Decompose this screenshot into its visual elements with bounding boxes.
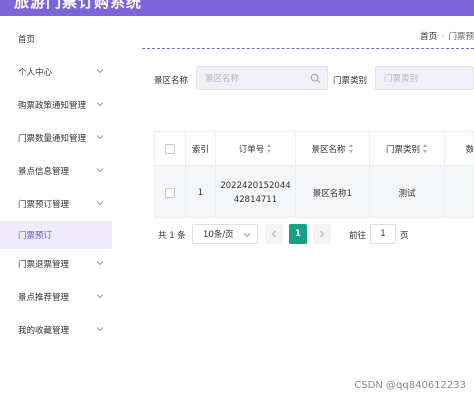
csdn-watermark: CSDN @qq840612233	[354, 380, 466, 391]
pagination-total: 共 1 条	[158, 231, 186, 241]
breadcrumb-divider	[142, 48, 474, 49]
ticket-type-placeholder: 门票类别	[384, 74, 419, 84]
sidebar-item-refund-management[interactable]: 门票退票管理	[0, 250, 112, 278]
header-order-no[interactable]: 订单号	[216, 132, 296, 165]
sort-icon[interactable]	[267, 144, 272, 153]
header-select-all-cell	[155, 132, 186, 165]
header-index-label: 索引	[191, 144, 209, 155]
select-all-checkbox[interactable]	[165, 143, 175, 154]
scenic-name-placeholder: 景区名称	[205, 74, 240, 84]
goto-page-input[interactable]: 1	[370, 224, 396, 244]
chevron-down-icon	[96, 294, 104, 299]
breadcrumb: 首页 › 门票预	[420, 30, 474, 42]
row-scenic-name: 景区名称1	[296, 166, 370, 217]
pagination: 共 1 条 10条/页 1 前往 1 页	[158, 224, 474, 244]
sidebar-item-label: 景点推荐管理	[18, 293, 70, 303]
header-scenic-name[interactable]: 景区名称	[296, 132, 370, 165]
sidebar-item-personal-center[interactable]: 个人中心	[0, 58, 112, 86]
header-count-label: 数	[465, 144, 474, 155]
page-size-value: 10条/页	[203, 230, 234, 240]
sidebar-item-scenic-info[interactable]: 景点信息管理	[0, 157, 112, 185]
sidebar-item-label: 我的收藏管理	[18, 326, 70, 336]
header-scenic-name-label: 景区名称	[311, 144, 346, 155]
sidebar-item-label: 门票退票管理	[18, 260, 70, 270]
chevron-down-icon	[96, 69, 104, 74]
header-ticket-type-label: 门票类别	[385, 144, 420, 155]
sidebar-item-favorites-management[interactable]: 我的收藏管理	[0, 316, 112, 344]
prev-page-button[interactable]	[265, 224, 283, 244]
sidebar-item-label: 个人中心	[18, 68, 53, 78]
header-order-no-label: 订单号	[238, 144, 265, 155]
ticket-type-input[interactable]: 门票类别	[375, 66, 474, 90]
sidebar-item-booking-management[interactable]: 门票预订管理	[0, 190, 112, 218]
breadcrumb-current: 门票预	[448, 32, 474, 42]
table-row[interactable]: 1 2022420152044 42814711 景区名称1 测试	[155, 166, 473, 217]
sidebar-item-label: 门票预订	[18, 231, 53, 241]
sidebar-item-label: 购票政策通知管理	[18, 101, 87, 111]
page-number-button[interactable]: 1	[289, 224, 307, 244]
goto-suffix: 页	[400, 231, 409, 241]
chevron-down-icon	[96, 168, 104, 173]
page-size-select[interactable]: 10条/页	[192, 224, 258, 244]
row-checkbox[interactable]	[165, 187, 175, 198]
chevron-down-icon	[96, 102, 104, 107]
sidebar-item-ticket-booking[interactable]: 门票预订	[0, 221, 112, 249]
next-page-button[interactable]	[313, 224, 331, 244]
sidebar-item-ticket-quantity[interactable]: 门票数量通知管理	[0, 124, 112, 152]
scenic-name-input[interactable]: 景区名称	[196, 66, 328, 90]
order-no-line1: 2022420152044	[220, 180, 291, 191]
row-index: 1	[186, 166, 216, 217]
ticket-type-label: 门票类别	[333, 76, 368, 86]
sidebar-menu: 首页 个人中心 购票政策通知管理 门票数量通知管理 景点信息管理 门票预订管理 …	[0, 16, 112, 398]
sidebar-item-label: 门票预订管理	[18, 200, 70, 210]
row-select-cell	[155, 166, 186, 217]
chevron-down-icon	[96, 327, 104, 332]
booking-table: 索引 订单号 景区名称 门票类别 数 1 2022420152044 42814…	[154, 131, 474, 218]
sort-icon[interactable]	[348, 144, 354, 153]
top-header-bar: 旅游门票订购系统	[0, 0, 474, 16]
chevron-down-icon	[96, 201, 104, 206]
header-ticket-type[interactable]: 门票类别	[370, 132, 445, 165]
breadcrumb-separator-icon: ›	[441, 32, 445, 42]
chevron-down-icon	[243, 233, 251, 238]
goto-label: 前往	[349, 231, 367, 241]
sidebar-item-label: 景点信息管理	[18, 167, 70, 177]
chevron-down-icon	[96, 135, 104, 140]
scenic-name-label: 景区名称	[154, 76, 189, 86]
app-title: 旅游门票订购系统	[14, 0, 143, 11]
sidebar-item-ticket-policy[interactable]: 购票政策通知管理	[0, 91, 112, 119]
table-header: 索引 订单号 景区名称 门票类别 数	[155, 132, 474, 166]
chevron-right-icon	[320, 230, 325, 238]
search-icon[interactable]	[310, 73, 321, 84]
sidebar-item-recommend-management[interactable]: 景点推荐管理	[0, 283, 112, 311]
row-ticket-type: 测试	[370, 166, 445, 217]
row-count	[445, 166, 473, 217]
sidebar-item-home[interactable]: 首页	[0, 25, 112, 53]
breadcrumb-home-link[interactable]: 首页	[420, 32, 437, 42]
header-index: 索引	[186, 132, 216, 165]
header-count: 数	[445, 132, 474, 165]
row-order-no: 2022420152044 42814711	[216, 166, 296, 217]
sort-icon[interactable]	[423, 144, 428, 153]
sidebar-item-label: 首页	[18, 35, 36, 45]
chevron-down-icon	[96, 261, 104, 266]
sidebar-item-label: 门票数量通知管理	[18, 134, 87, 144]
order-no-line2: 42814711	[233, 194, 278, 205]
chevron-left-icon	[271, 230, 276, 238]
